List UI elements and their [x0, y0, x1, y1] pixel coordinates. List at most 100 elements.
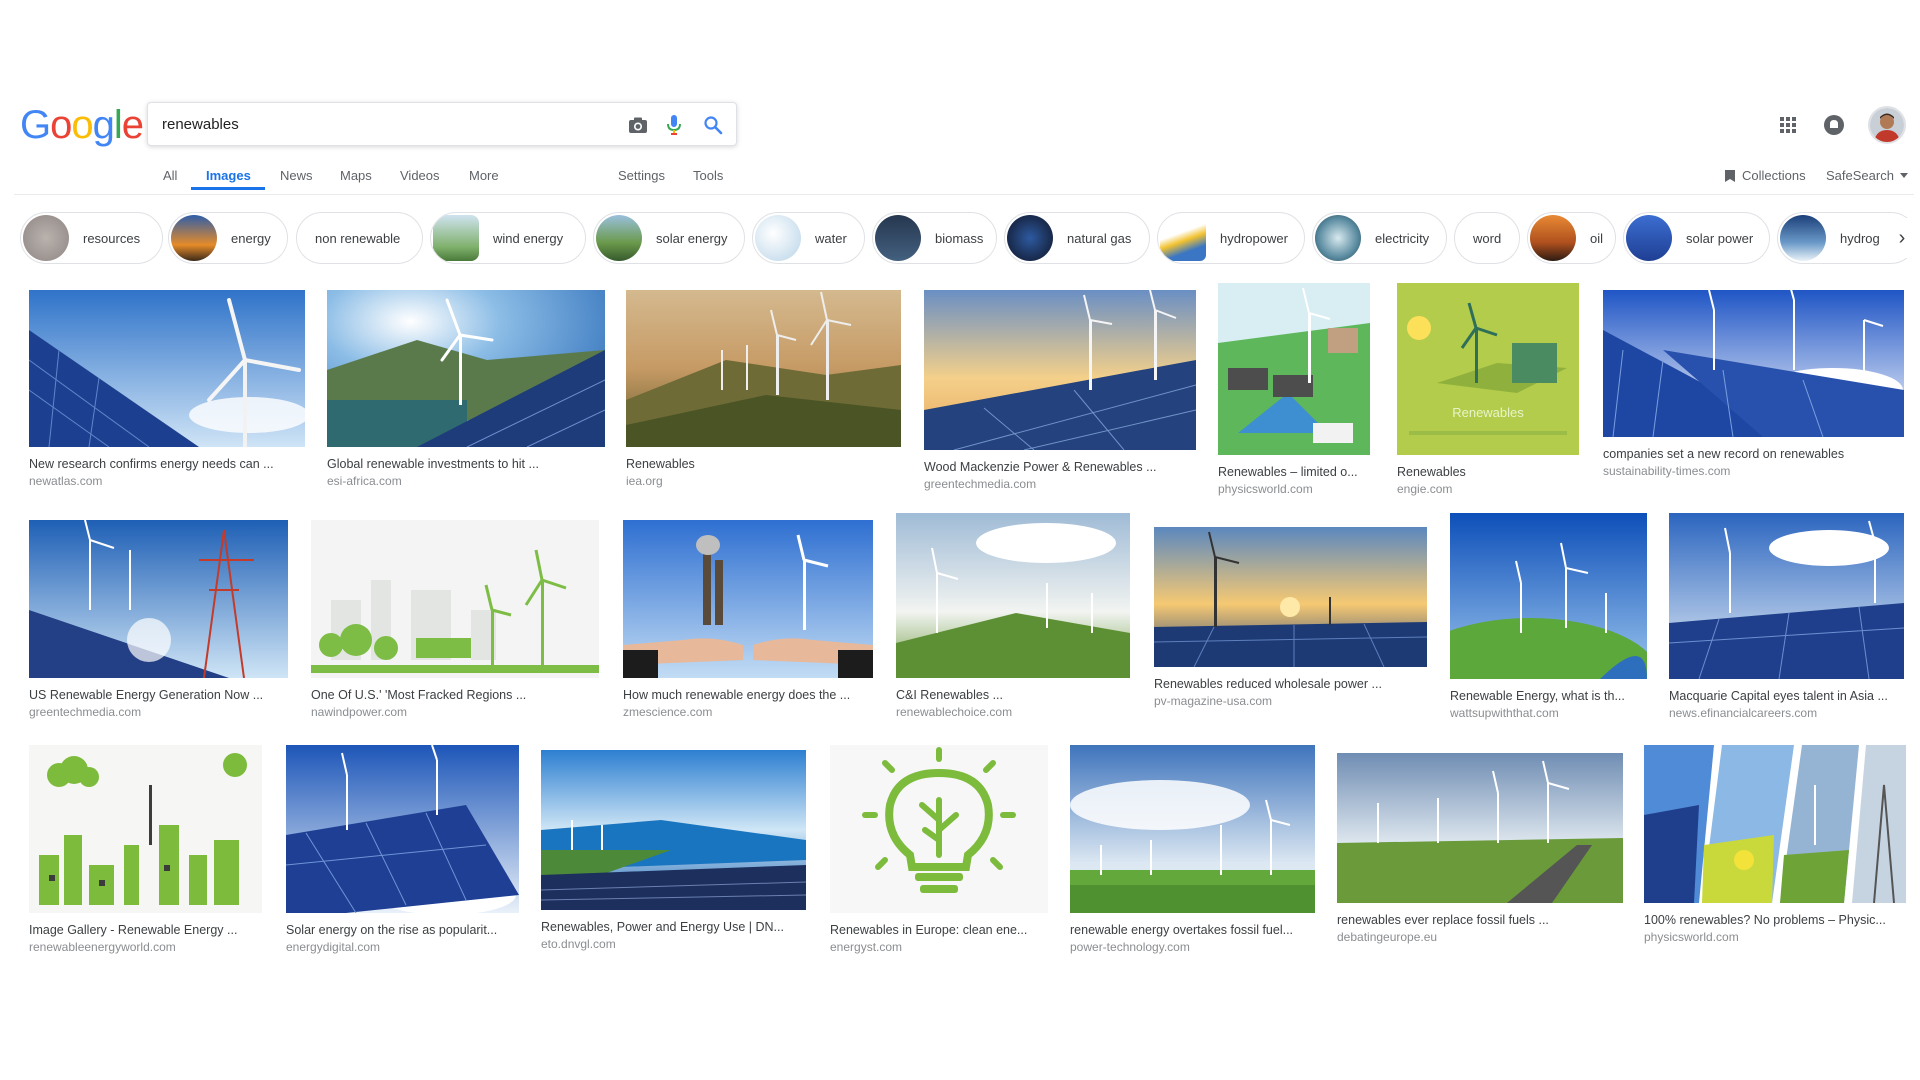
image-result[interactable]: Renewable Energy, what is th... wattsupw… [1450, 513, 1647, 720]
result-source: eto.dnvgl.com [541, 937, 616, 951]
image-result[interactable]: Global renewable investments to hit ... … [327, 290, 605, 488]
result-title: Renewables [1397, 465, 1466, 479]
image-result[interactable]: companies set a new record on renewables… [1603, 290, 1904, 478]
result-source: pv-magazine-usa.com [1154, 694, 1273, 708]
chip-thumbnail [1626, 215, 1672, 261]
chip-word[interactable]: word [1454, 212, 1520, 264]
image-result[interactable]: Renewables, Power and Energy Use | DN...… [541, 750, 806, 951]
result-title: Solar energy on the rise as popularit... [286, 923, 498, 937]
image-result[interactable]: renewables ever replace fossil fuels ...… [1337, 753, 1623, 944]
result-source: newatlas.com [29, 474, 103, 488]
google-images-page: G o o g l e renewables All Images News M… [14, 95, 1914, 965]
image-result[interactable]: How much renewable energy does the ... z… [623, 520, 873, 719]
chip-thumbnail [1530, 215, 1576, 261]
account-avatar[interactable] [1868, 106, 1906, 144]
chip-solar-power[interactable]: solar power [1623, 212, 1770, 264]
chip-solar-energy[interactable]: solar energy [593, 212, 745, 264]
result-title: 100% renewables? No problems – Physic... [1644, 913, 1886, 927]
image-result[interactable]: C&I Renewables ... renewablechoice.com [896, 513, 1130, 719]
tab-more[interactable]: More [469, 168, 499, 183]
result-thumbnail [1603, 290, 1904, 437]
image-result[interactable]: Renewables iea.org [626, 290, 901, 488]
result-title: New research confirms energy needs can .… [29, 457, 274, 471]
tab-videos[interactable]: Videos [400, 168, 440, 183]
image-result[interactable]: New research confirms energy needs can .… [29, 290, 305, 488]
chip-non-renewable[interactable]: non renewable [296, 212, 423, 264]
chip-electricity[interactable]: electricity [1312, 212, 1447, 264]
chip-thumbnail [171, 215, 217, 261]
chip-thumbnail [875, 215, 921, 261]
result-title: renewables ever replace fossil fuels ... [1337, 913, 1549, 927]
chip-biomass[interactable]: biomass [872, 212, 997, 264]
image-result[interactable]: Image Gallery - Renewable Energy ... ren… [29, 745, 262, 954]
image-result[interactable]: 100% renewables? No problems – Physic...… [1644, 745, 1906, 944]
image-result[interactable]: Macquarie Capital eyes talent in Asia ..… [1669, 513, 1904, 720]
tab-all[interactable]: All [163, 168, 177, 183]
apps-grid-icon[interactable] [1776, 113, 1800, 137]
chip-water[interactable]: water [752, 212, 865, 264]
chip-thumbnail [1315, 215, 1361, 261]
camera-icon[interactable] [626, 113, 650, 137]
image-result[interactable]: One Of U.S.' 'Most Fracked Regions ... n… [311, 520, 599, 719]
image-result[interactable]: Renewables – limited o... physicsworld.c… [1218, 283, 1370, 496]
image-result[interactable]: Renewables reduced wholesale power ... p… [1154, 527, 1427, 708]
result-thumbnail [327, 290, 605, 447]
tab-images[interactable]: Images [206, 168, 251, 183]
chip-label: biomass [935, 230, 984, 246]
image-result[interactable]: US Renewable Energy Generation Now ... g… [29, 520, 288, 719]
result-source: greentechmedia.com [29, 705, 142, 719]
result-title: Global renewable investments to hit ... [327, 457, 539, 471]
chip-hydropower[interactable]: hydropower [1157, 212, 1305, 264]
result-thumbnail [29, 520, 288, 678]
chip-oil[interactable]: oil [1527, 212, 1616, 264]
caret-down-icon [1899, 173, 1908, 178]
result-source: greentechmedia.com [924, 477, 1037, 491]
result-title: companies set a new record on renewables [1603, 447, 1845, 461]
tab-news[interactable]: News [280, 168, 313, 183]
search-input[interactable] [162, 103, 592, 145]
result-title: Renewables, Power and Energy Use | DN... [541, 920, 784, 934]
result-source: energydigital.com [286, 940, 381, 954]
chip-label: solar energy [656, 230, 728, 246]
search-box [147, 102, 737, 146]
microphone-icon[interactable] [662, 113, 686, 137]
chip-label: electricity [1375, 230, 1430, 246]
result-title: renewable energy overtakes fossil fuel..… [1070, 923, 1294, 937]
chip-thumbnail [1160, 215, 1206, 261]
settings-link[interactable]: Settings [618, 168, 665, 183]
result-source: wattsupwiththat.com [1450, 706, 1559, 720]
notifications-icon[interactable] [1822, 113, 1846, 137]
image-result[interactable]: renewable energy overtakes fossil fuel..… [1070, 745, 1315, 954]
logo-letter: g [92, 103, 115, 147]
image-result[interactable]: Wood Mackenzie Power & Renewables ... gr… [924, 290, 1196, 491]
safesearch-label: SafeSearch [1826, 168, 1894, 183]
chip-natural-gas[interactable]: natural gas [1004, 212, 1150, 264]
collections-link[interactable]: Collections [1724, 168, 1806, 183]
tab-maps[interactable]: Maps [340, 168, 372, 183]
result-thumbnail [830, 745, 1048, 913]
image-result[interactable]: Solar energy on the rise as popularit...… [286, 745, 519, 954]
result-thumbnail [29, 745, 262, 913]
chip-energy[interactable]: energy [168, 212, 288, 264]
image-result[interactable]: Renewables Renewables engie.com [1397, 283, 1579, 496]
chevron-right-icon[interactable]: › [1890, 218, 1914, 258]
result-title: Renewables – limited o... [1218, 465, 1358, 479]
chip-label: wind energy [493, 230, 564, 246]
chip-wind-energy[interactable]: wind energy [430, 212, 586, 264]
result-title: How much renewable energy does the ... [623, 688, 851, 702]
result-source: news.efinancialcareers.com [1669, 706, 1818, 720]
result-title: C&I Renewables ... [896, 688, 1003, 702]
logo-letter: l [113, 103, 123, 147]
chip-thumbnail [755, 215, 801, 261]
chip-label: oil [1590, 230, 1604, 246]
image-result[interactable]: Renewables in Europe: clean ene... energ… [830, 745, 1048, 954]
result-title: Macquarie Capital eyes talent in Asia ..… [1669, 689, 1888, 703]
safesearch-menu[interactable]: SafeSearch [1826, 168, 1908, 183]
chip-label: natural gas [1067, 230, 1132, 246]
active-tab-indicator [191, 187, 265, 190]
chip-resources[interactable]: resources [20, 212, 163, 264]
search-icon[interactable] [701, 113, 725, 137]
result-thumbnail [1450, 513, 1647, 679]
tools-link[interactable]: Tools [693, 168, 723, 183]
google-logo[interactable]: G o o g l e [20, 103, 144, 148]
